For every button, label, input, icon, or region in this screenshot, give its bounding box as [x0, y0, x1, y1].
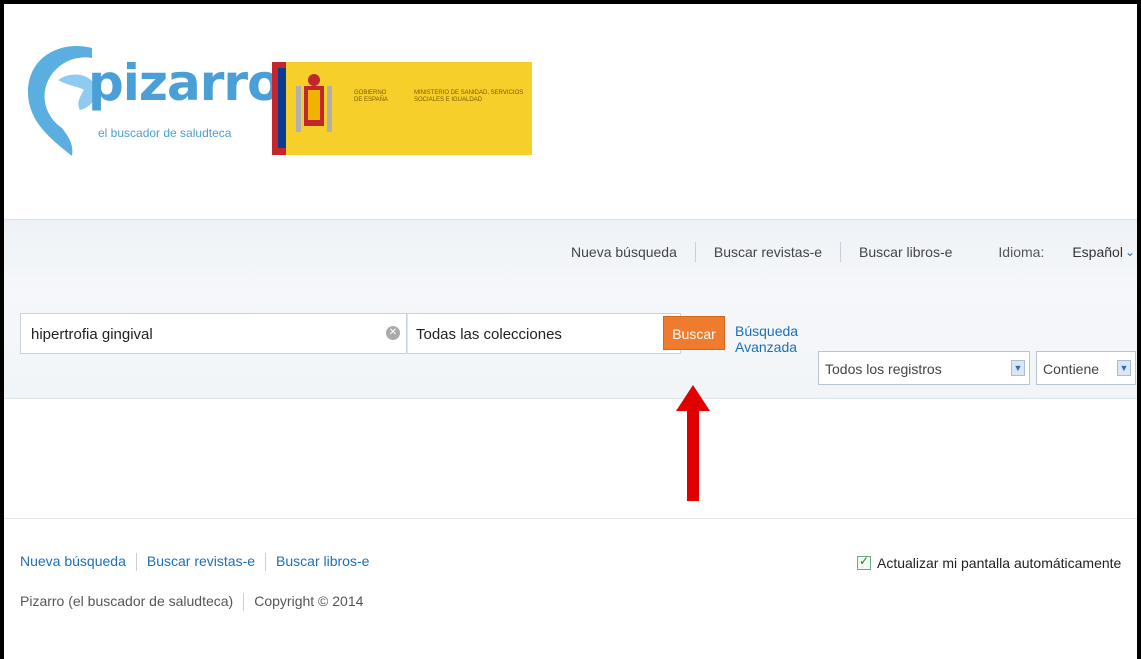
- logo-tagline: el buscador de saludteca: [98, 126, 232, 140]
- nav-buscar-libros[interactable]: Buscar libros-e: [859, 244, 952, 260]
- footer-copyright: Pizarro (el buscador de saludteca) Copyr…: [20, 593, 363, 611]
- clear-icon[interactable]: ✕: [386, 326, 400, 340]
- footer-divider: [135, 553, 137, 571]
- ministerio-text: MINISTERIO DE SANIDAD, SERVICIOS SOCIALE…: [414, 90, 524, 103]
- gobierno-text: GOBIERNO DE ESPAÑA: [354, 90, 388, 103]
- copyright-text: Copyright © 2014: [254, 593, 364, 609]
- language-select[interactable]: Español: [1072, 244, 1123, 260]
- nav-buscar-revistas[interactable]: Buscar revistas-e: [714, 244, 822, 260]
- government-banner: GOBIERNO DE ESPAÑA MINISTERIO DE SANIDAD…: [272, 62, 532, 155]
- collection-select[interactable]: Todas las colecciones: [407, 313, 681, 354]
- pizarro-logo[interactable]: pizarro el buscador de saludteca: [22, 40, 281, 180]
- chevron-down-icon[interactable]: ▼: [1117, 360, 1131, 376]
- auto-update-checkbox[interactable]: [857, 554, 871, 570]
- operator-select[interactable]: Contiene ▼: [1036, 351, 1136, 385]
- annotation-arrow-icon: [676, 385, 710, 501]
- footer-divider: [265, 553, 267, 571]
- search-input[interactable]: hipertrofia gingival: [20, 313, 407, 354]
- idioma-label: Idioma:: [998, 244, 1045, 260]
- footer-link-buscar-revistas[interactable]: Buscar revistas-e: [147, 553, 255, 571]
- footer-divider: [243, 593, 245, 611]
- coat-of-arms-icon: [296, 74, 332, 132]
- auto-update-option[interactable]: Actualizar mi pantalla automáticamente: [857, 554, 1122, 571]
- site-name: Pizarro (el buscador de saludteca): [20, 593, 234, 609]
- nav-nueva-busqueda[interactable]: Nueva búsqueda: [571, 244, 677, 260]
- nav-divider: [694, 242, 696, 262]
- scope-select-value: Todos los registros: [825, 361, 942, 377]
- footer-links: Nueva búsqueda Buscar revistas-e Buscar …: [20, 553, 379, 571]
- chevron-down-icon[interactable]: ⌄: [1125, 245, 1135, 259]
- busqueda-avanzada-link[interactable]: Búsqueda Avanzada: [735, 323, 798, 355]
- scope-select[interactable]: Todos los registros ▼: [818, 351, 1030, 385]
- footer-link-buscar-libros[interactable]: Buscar libros-e: [276, 553, 369, 571]
- chevron-down-icon[interactable]: ▼: [1011, 360, 1025, 376]
- footer-link-nueva-busqueda[interactable]: Nueva búsqueda: [20, 553, 126, 571]
- auto-update-label: Actualizar mi pantalla automáticamente: [877, 555, 1122, 571]
- operator-select-value: Contiene: [1043, 361, 1100, 377]
- footer-divider: [4, 518, 1137, 519]
- top-nav: Nueva búsqueda Buscar revistas-e Buscar …: [553, 242, 1135, 262]
- eu-stripe: [278, 68, 286, 148]
- buscar-button[interactable]: Buscar: [663, 316, 725, 350]
- logo-wordmark: pizarro: [88, 54, 281, 112]
- nav-divider: [840, 242, 842, 262]
